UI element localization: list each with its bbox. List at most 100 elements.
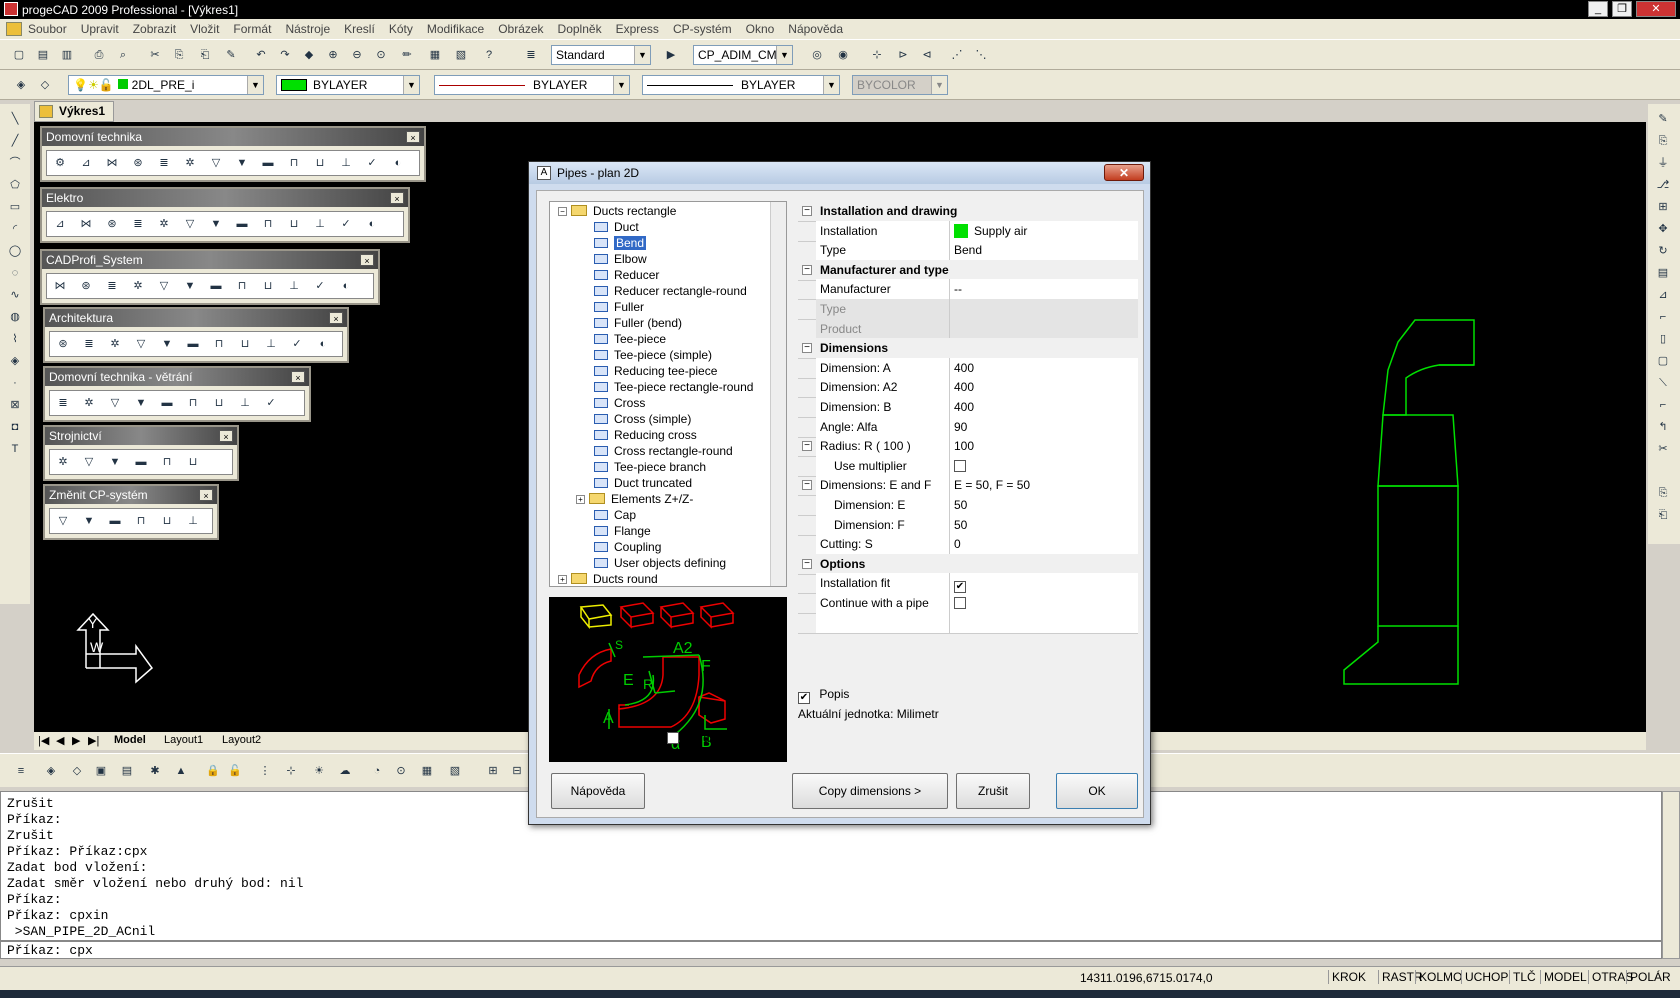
tree-item[interactable]: Coupling (594, 539, 661, 555)
std-tool-7-icon[interactable]: ⎗ (196, 46, 214, 64)
property-row[interactable]: Dimension: F 50 (798, 514, 1138, 536)
close-icon[interactable]: × (219, 430, 233, 442)
property-row[interactable]: Dimension: E 50 (798, 495, 1138, 516)
property-category[interactable]: − Dimensions (798, 338, 1138, 360)
panel-tool-4-icon[interactable]: ▼ (158, 335, 176, 353)
layer-tool-6-icon[interactable]: ▲ (172, 762, 190, 780)
panel-tool-6-icon[interactable]: ▬ (207, 277, 225, 295)
dialog-close-button[interactable]: ✕ (1104, 164, 1144, 181)
modify-tool-7-icon[interactable]: ▤ (1654, 264, 1672, 282)
collapse-icon[interactable]: − (802, 480, 812, 491)
close-icon[interactable]: × (406, 131, 420, 143)
menu-item-13[interactable]: Okno (746, 22, 775, 36)
modify-tool-11-icon[interactable]: ▢ (1654, 352, 1672, 370)
panel-tool-2-icon[interactable]: ▬ (106, 512, 124, 530)
tab-last-icon[interactable]: ▶| (88, 734, 99, 747)
tree-item[interactable]: Flange (594, 523, 651, 539)
tree-item[interactable]: Tee-piece branch (594, 459, 706, 475)
tree-item[interactable]: Tee-piece rectangle-round (594, 379, 753, 395)
property-value[interactable]: 400 (950, 357, 1138, 378)
property-value[interactable]: E = 50, F = 50 (950, 475, 1138, 496)
menu-item-2[interactable]: Zobrazit (133, 22, 176, 36)
tree-item[interactable]: Reducer (594, 267, 659, 283)
property-row[interactable]: Cutting: S 0 (798, 534, 1138, 556)
tree-item[interactable]: Reducing tee-piece (594, 363, 717, 379)
panel-tool-0-icon[interactable]: ✲ (54, 453, 72, 471)
status-toggle-3[interactable]: UCHOP (1461, 970, 1511, 984)
property-value[interactable] (950, 299, 1138, 319)
panel-tool-3-icon[interactable]: ≣ (129, 215, 147, 233)
dim-style-select[interactable]: CP_ADIM_CM_(▼ (693, 45, 793, 65)
std-tool-26-icon[interactable]: ⋰ (948, 46, 966, 64)
draw-tool-9-icon[interactable]: ◍ (6, 308, 24, 326)
tab-layout1[interactable]: Layout1 (164, 734, 203, 746)
menu-item-1[interactable]: Upravit (81, 22, 119, 36)
property-value[interactable]: 0 (950, 534, 1138, 555)
draw-tool-1-icon[interactable]: ╱ (6, 132, 24, 150)
std-tool-14-icon[interactable]: ⊙ (372, 46, 390, 64)
property-value[interactable]: 90 (950, 416, 1138, 437)
tree-item[interactable]: Duct (594, 219, 639, 235)
property-value[interactable] (950, 593, 1138, 613)
chevron-down-icon[interactable]: ▼ (613, 76, 629, 94)
popis-checkbox[interactable]: ✔ Popis (798, 687, 849, 704)
color-select[interactable]: BYLAYER ▼ (276, 75, 420, 95)
panel-tool-1-icon[interactable]: ▼ (80, 512, 98, 530)
std-tool-23-icon[interactable]: ⊹ (868, 46, 886, 64)
text-style-select[interactable]: Standard ▼ (551, 45, 651, 65)
close-icon[interactable]: × (360, 254, 374, 266)
tab-next-icon[interactable]: ▶ (72, 734, 80, 747)
lineweight-select[interactable]: BYLAYER ▼ (642, 75, 840, 95)
layer-tool-16-icon[interactable]: ▧ (446, 762, 464, 780)
panel-title[interactable]: Elektro (42, 189, 408, 207)
tree-item[interactable]: Reducer rectangle-round (594, 283, 747, 299)
property-value[interactable]: 50 (950, 514, 1138, 535)
chevron-down-icon[interactable]: ▼ (403, 76, 419, 94)
document-icon[interactable] (6, 22, 22, 36)
tree-item[interactable]: Duct truncated (594, 475, 692, 491)
ok-button[interactable]: OK (1056, 773, 1138, 809)
draw-tool-7-icon[interactable]: ◌ (6, 264, 24, 282)
modify-tool-15-icon[interactable]: ✂ (1654, 440, 1672, 458)
menu-item-14[interactable]: Nápověda (788, 22, 843, 36)
layer-previous-icon[interactable]: ◇ (36, 76, 54, 94)
panel-tool-12-icon[interactable]: ◐ (363, 215, 381, 233)
layer-tool-3-icon[interactable]: ▣ (92, 762, 110, 780)
draw-tool-5-icon[interactable]: ◜ (6, 220, 24, 238)
panel-tool-3-icon[interactable]: ▬ (132, 453, 150, 471)
sort-check[interactable] (667, 732, 679, 744)
std-tool-0-icon[interactable]: ▢ (10, 46, 28, 64)
panel-tool-10-icon[interactable]: ◐ (314, 335, 332, 353)
panel-tool-7-icon[interactable]: ⊓ (233, 277, 251, 295)
property-row[interactable]: Manufacturer -- (798, 279, 1138, 301)
modify-tool-9-icon[interactable]: ⌐ (1654, 308, 1672, 326)
modify-tool-5-icon[interactable]: ✥ (1654, 220, 1672, 238)
panel-title[interactable]: Strojnictví (45, 427, 237, 445)
status-toggle-7[interactable]: POLÁR (1626, 970, 1674, 984)
property-value[interactable]: ✔ (950, 573, 1138, 594)
property-value[interactable]: Supply air (950, 220, 1138, 241)
expand-icon[interactable]: + (558, 575, 567, 584)
property-row[interactable]: Type (798, 299, 1138, 320)
panel-tool-0-icon[interactable]: ⊛ (54, 335, 72, 353)
chevron-down-icon[interactable]: ▼ (823, 76, 839, 94)
menu-item-8[interactable]: Modifikace (427, 22, 484, 36)
panel-tool-2-icon[interactable]: ⊛ (103, 215, 121, 233)
std-tool-3-icon[interactable]: ⎙ (90, 46, 108, 64)
collapse-icon[interactable]: − (802, 343, 812, 354)
layer-tool-11-icon[interactable]: ☀ (310, 762, 328, 780)
minimize-button[interactable]: _ (1588, 1, 1608, 17)
close-icon[interactable]: × (199, 489, 213, 501)
panel-tool-2-icon[interactable]: ✲ (106, 335, 124, 353)
panel-tool-4-icon[interactable]: ✲ (155, 215, 173, 233)
std-tool-1-icon[interactable]: ▤ (34, 46, 52, 64)
command-line[interactable]: Příkaz: cpx (0, 941, 1662, 959)
panel-tool-2-icon[interactable]: ▽ (106, 394, 124, 412)
tree-scrollbar[interactable] (770, 202, 786, 586)
std-tool-22-icon[interactable]: ◉ (834, 46, 852, 64)
layer-tool-15-icon[interactable]: ▦ (418, 762, 436, 780)
property-value[interactable]: 100 (950, 436, 1138, 457)
maximize-button[interactable]: ❐ (1612, 1, 1632, 17)
modify-tool-1-icon[interactable]: ⎘ (1654, 132, 1672, 150)
menu-item-3[interactable]: Vložit (190, 22, 219, 36)
